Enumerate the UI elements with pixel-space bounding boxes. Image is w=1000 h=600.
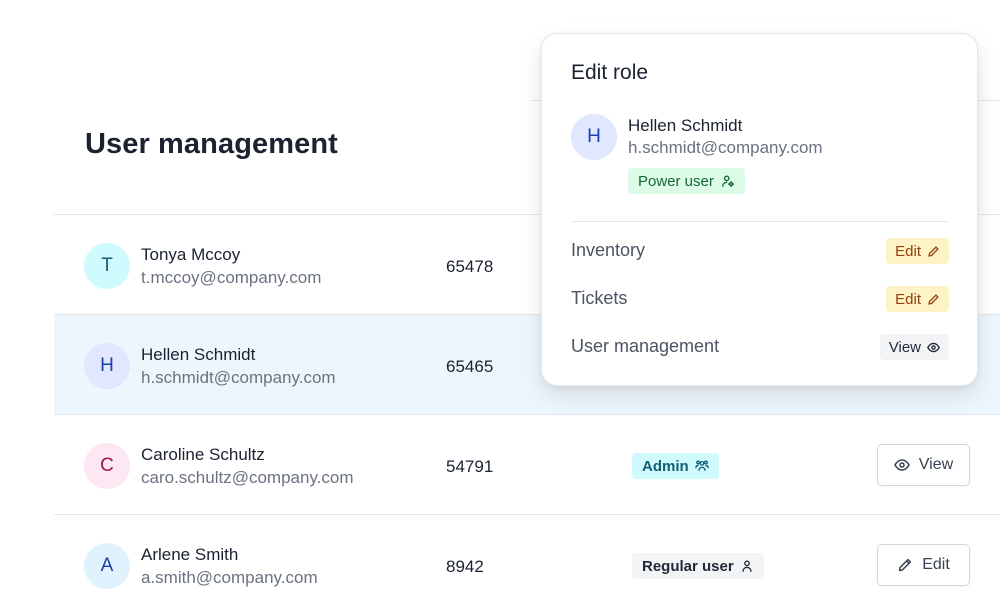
permission-label: Tickets	[571, 288, 628, 308]
permission-label: User management	[571, 336, 720, 356]
permission-badge-label: View	[888, 338, 921, 356]
user-settings-icon	[721, 175, 735, 188]
permission-row-tickets: Tickets Edit	[571, 286, 949, 312]
user-email: caro.schultz@company.com	[141, 468, 354, 487]
permission-view-badge[interactable]: View	[879, 334, 949, 360]
role-badge-regular: Regular user	[632, 553, 764, 579]
popover-title: Edit role	[571, 61, 649, 84]
avatar: T	[84, 243, 130, 289]
user-id: 65465	[446, 357, 494, 376]
users-group-icon	[694, 460, 709, 472]
permission-row-inventory: Inventory Edit	[571, 238, 949, 264]
page-title: User management	[85, 128, 338, 160]
user-id: 54791	[446, 457, 494, 476]
role-badge-label: Admin	[642, 457, 689, 475]
permission-edit-badge[interactable]: Edit	[886, 286, 949, 312]
edit-role-popover: Edit role H Hellen Schmidt h.schmidt@com…	[541, 33, 978, 386]
permission-badge-label: Edit	[895, 290, 921, 308]
user-id: 65478	[446, 257, 494, 276]
role-badge-label: Regular user	[642, 557, 734, 575]
user-id: 8942	[446, 557, 484, 576]
permission-badge-label: Edit	[895, 242, 921, 260]
user-name: Tonya Mccoy	[141, 245, 241, 264]
avatar: H	[571, 114, 617, 160]
table-row[interactable]: C Caroline Schultz caro.schultz@company.…	[54, 414, 1000, 514]
avatar: C	[84, 443, 130, 489]
user-name: Hellen Schmidt	[141, 345, 256, 364]
pencil-icon	[928, 293, 939, 305]
eye-icon	[927, 342, 940, 352]
edit-button[interactable]: Edit	[877, 544, 970, 586]
table-row[interactable]: A Arlene Smith a.smith@company.com 8942 …	[54, 514, 1000, 600]
role-badge-admin: Admin	[632, 453, 719, 479]
pencil-icon	[928, 245, 939, 257]
permission-row-user-management: User management View	[571, 334, 949, 360]
permission-label: Inventory	[571, 240, 646, 260]
avatar: H	[84, 343, 130, 389]
permission-edit-badge[interactable]: Edit	[886, 238, 949, 264]
user-icon	[742, 560, 752, 572]
avatar: A	[84, 543, 130, 589]
view-button[interactable]: View	[877, 444, 970, 486]
user-email: t.mccoy@company.com	[141, 268, 322, 287]
user-name: Arlene Smith	[141, 545, 239, 564]
divider	[571, 221, 949, 222]
eye-icon	[893, 459, 910, 471]
popover-user-name: Hellen Schmidt	[628, 116, 743, 135]
role-badge-label: Power user	[638, 172, 714, 190]
user-email: h.schmidt@company.com	[141, 368, 336, 387]
edit-button-label: Edit	[922, 556, 950, 573]
popover-user-email: h.schmidt@company.com	[628, 138, 823, 157]
pencil-icon	[898, 558, 912, 572]
user-name: Caroline Schultz	[141, 445, 265, 464]
view-button-label: View	[918, 456, 954, 473]
user-email: a.smith@company.com	[141, 568, 318, 587]
role-badge-power-user[interactable]: Power user	[628, 168, 745, 194]
